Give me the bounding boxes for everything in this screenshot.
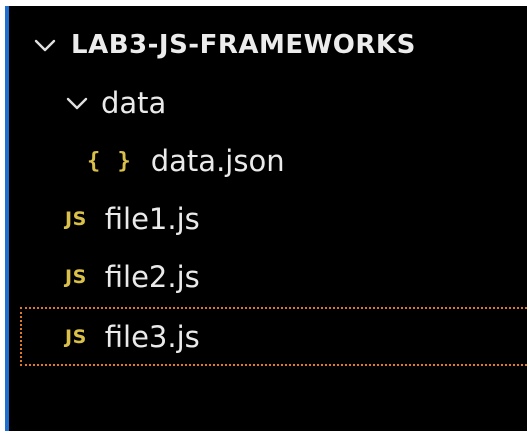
- chevron-down-icon[interactable]: [63, 89, 91, 117]
- json-file-icon: { }: [87, 148, 133, 174]
- file-explorer: LAB3-JS-FRAMEWORKS data { } data.json JS…: [5, 6, 527, 431]
- file-item-file2-js[interactable]: JS file2.js: [9, 248, 527, 306]
- file-item-file3-js[interactable]: JS file3.js: [20, 307, 527, 366]
- file-label: file1.js: [104, 202, 200, 236]
- js-file-icon: JS: [65, 266, 87, 288]
- window-frame: LAB3-JS-FRAMEWORKS data { } data.json JS…: [0, 0, 527, 437]
- file-label: file3.js: [104, 319, 200, 354]
- folder-data[interactable]: data: [9, 74, 527, 132]
- project-folder-header[interactable]: LAB3-JS-FRAMEWORKS: [9, 16, 527, 74]
- file-label: data.json: [150, 144, 285, 178]
- folder-label: data: [101, 86, 167, 120]
- project-name: LAB3-JS-FRAMEWORKS: [71, 30, 416, 60]
- file-item-data-json[interactable]: { } data.json: [9, 132, 527, 190]
- chevron-down-icon[interactable]: [31, 31, 59, 59]
- js-file-icon: JS: [65, 208, 87, 230]
- file-label: file2.js: [104, 260, 200, 294]
- js-file-icon: JS: [65, 325, 87, 348]
- file-item-file1-js[interactable]: JS file1.js: [9, 190, 527, 248]
